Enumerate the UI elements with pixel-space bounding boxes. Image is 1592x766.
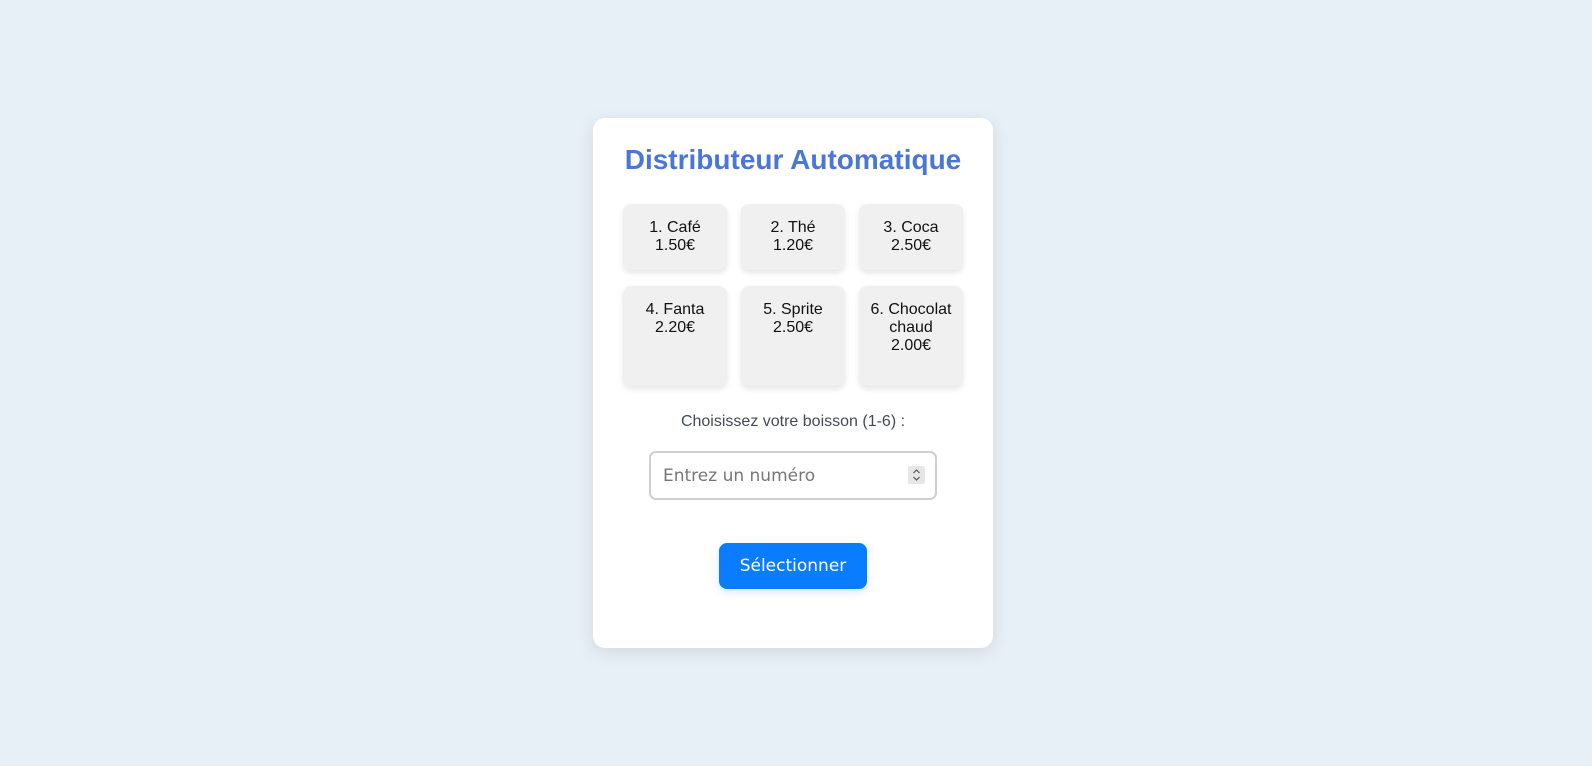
drink-tile-the[interactable]: 2. Thé 1.20€ <box>741 204 845 270</box>
drink-number-input[interactable] <box>651 453 891 498</box>
drink-tile-chocolat-chaud[interactable]: 6. Chocolat chaud 2.00€ <box>859 286 963 386</box>
drink-label: 2. Thé <box>770 219 816 236</box>
drink-label: 3. Coca <box>883 219 939 236</box>
drink-number-field <box>649 451 937 500</box>
drink-tile-cafe[interactable]: 1. Café 1.50€ <box>623 204 727 270</box>
up-down-chevron-icon[interactable] <box>908 466 925 484</box>
drink-label: 4. Fanta <box>645 301 705 318</box>
drink-price: 2.50€ <box>890 237 932 254</box>
drink-price: 2.20€ <box>654 319 696 336</box>
page-title: Distributeur Automatique <box>624 144 962 175</box>
drink-label: 1. Café <box>649 219 701 236</box>
selection-prompt: Choisissez votre boisson (1-6) : <box>680 413 906 430</box>
drink-label: 5. Sprite <box>763 301 823 318</box>
drink-price: 2.50€ <box>772 319 814 336</box>
drink-price: 2.00€ <box>890 337 932 354</box>
drink-price: 1.50€ <box>654 237 696 254</box>
drink-tile-fanta[interactable]: 4. Fanta 2.20€ <box>623 286 727 386</box>
drink-tile-coca[interactable]: 3. Coca 2.50€ <box>859 204 963 270</box>
drink-tile-sprite[interactable]: 5. Sprite 2.50€ <box>741 286 845 386</box>
drink-label: 6. Chocolat chaud <box>870 301 952 336</box>
drink-grid: 1. Café 1.50€ 2. Thé 1.20€ 3. Coca 2.50€… <box>623 204 963 386</box>
select-button[interactable]: Sélectionner <box>719 543 867 589</box>
drink-price: 1.20€ <box>772 237 814 254</box>
vending-machine-card: Distributeur Automatique 1. Café 1.50€ 2… <box>593 118 993 648</box>
